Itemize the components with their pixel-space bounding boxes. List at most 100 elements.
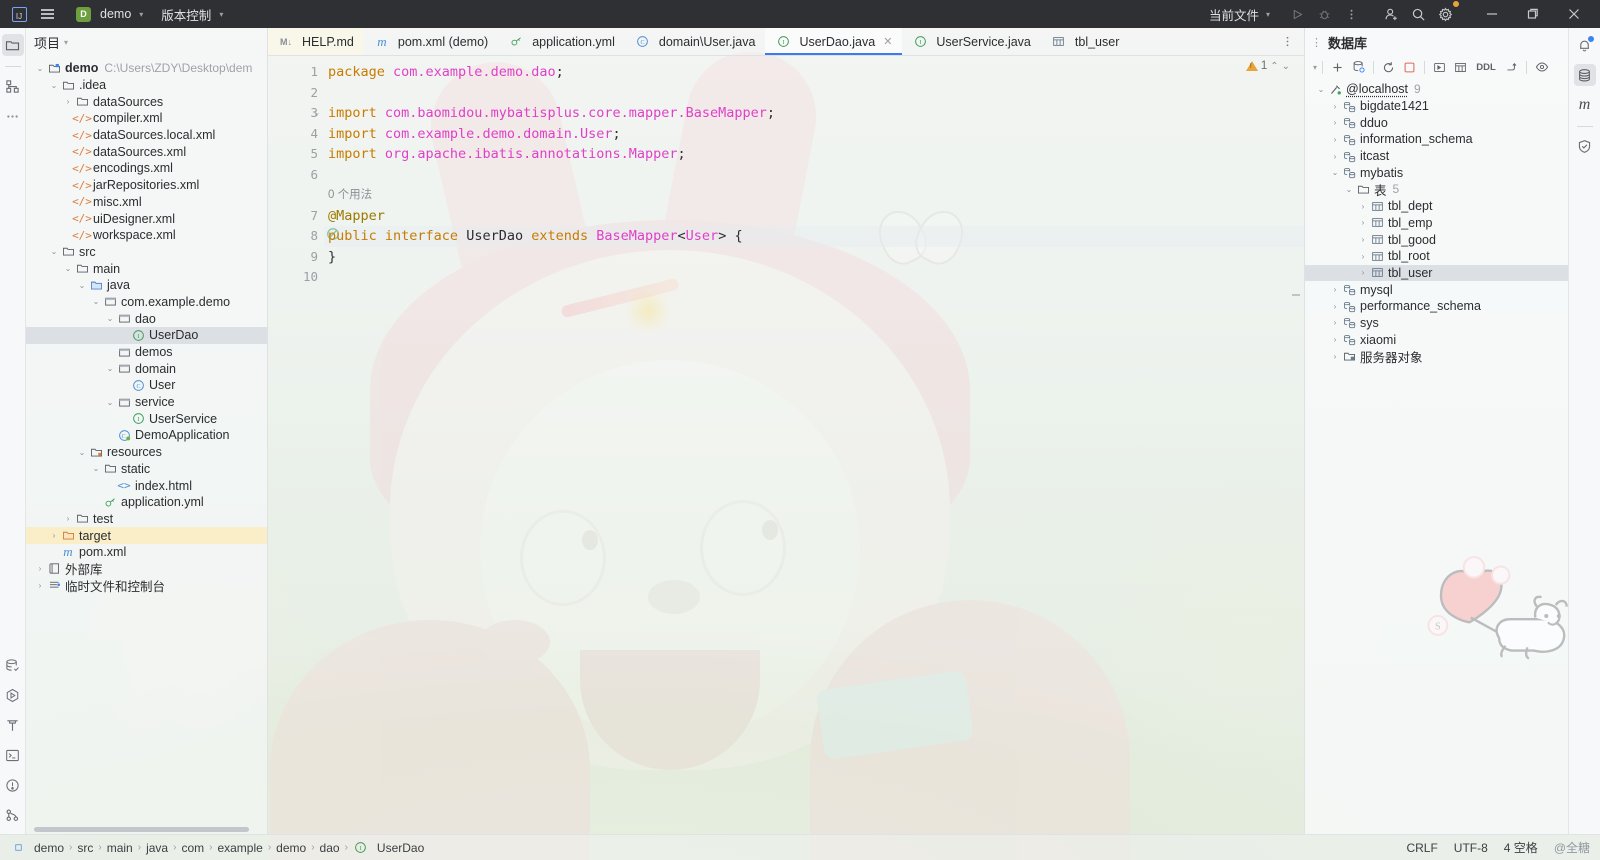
hamburger-menu-icon[interactable] <box>34 3 60 25</box>
tree-chevron-right-icon[interactable]: › <box>34 581 46 590</box>
breadcrumb-item[interactable]: demo <box>276 841 306 855</box>
code-content[interactable]: package com.example.demo.dao; ⌄ import co… <box>314 56 1304 834</box>
code-fold-icon[interactable]: ⌄ <box>314 103 319 124</box>
database-tree-row[interactable]: › 服务器对象 <box>1305 348 1568 365</box>
security-stripe-button[interactable] <box>1574 135 1596 157</box>
project-tree-row[interactable]: application.yml <box>26 494 267 511</box>
tree-chevron-down-icon[interactable]: ⌄ <box>1343 185 1355 194</box>
code-line[interactable] <box>324 165 1304 186</box>
database-tree-row[interactable]: › information_schema <box>1305 131 1568 148</box>
database-tree-row[interactable]: › tbl_dept <box>1305 198 1568 215</box>
tree-chevron-right-icon[interactable]: › <box>34 564 46 573</box>
code-line[interactable]: import com.example.demo.domain.User; <box>324 124 1304 145</box>
editor-gutter[interactable]: 123456 7 8 9 10 <box>268 56 339 834</box>
database-tree-row[interactable]: ⌄ 表 5 <box>1305 181 1568 198</box>
project-tree[interactable]: ⌄ demo C:\Users\ZDY\Desktop\dem ⌄ .idea › data… <box>26 56 267 824</box>
git-tool-window-button[interactable] <box>2 804 24 826</box>
database-tree-row[interactable]: › tbl_emp <box>1305 215 1568 232</box>
project-tool-window-button[interactable] <box>1 34 24 56</box>
breadcrumb-item[interactable]: com <box>181 841 204 855</box>
breadcrumb-item[interactable]: src <box>77 841 93 855</box>
tree-chevron-down-icon[interactable]: ⌄ <box>76 448 88 457</box>
tree-chevron-down-icon[interactable]: ⌄ <box>62 264 74 273</box>
project-tree-row[interactable]: C User <box>26 377 267 394</box>
database-tree-row[interactable]: › tbl_user <box>1305 264 1568 282</box>
project-tree-row[interactable]: ⌄ resources <box>26 444 267 461</box>
vcs-menu[interactable]: 版本控制 <box>159 5 213 24</box>
run-configuration-selector[interactable]: 当前文件 <box>1207 5 1261 24</box>
project-tree-row[interactable]: </> dataSources.xml <box>26 143 267 160</box>
database-tree-row[interactable]: ⌄ @localhost 9 <box>1305 81 1568 98</box>
database-panel-drag-handle[interactable]: ⋮ <box>1311 36 1322 49</box>
tree-chevron-down-icon[interactable]: ⌄ <box>104 398 116 407</box>
project-tree-row[interactable]: m pom.xml <box>26 544 267 561</box>
maven-stripe-button[interactable]: m <box>1574 94 1596 116</box>
code-line[interactable]: public interface UserDao extends BaseMap… <box>324 226 1304 247</box>
database-tree-row[interactable]: › xiaomi <box>1305 331 1568 348</box>
project-tree-row[interactable]: I UserDao <box>26 327 267 344</box>
tree-chevron-right-icon[interactable]: › <box>1329 102 1341 111</box>
editor-tab[interactable]: Cdomain\User.java <box>625 28 766 55</box>
project-tree-row[interactable]: demos <box>26 344 267 361</box>
project-name-menu[interactable]: demo <box>98 7 133 21</box>
search-icon[interactable] <box>1405 3 1431 25</box>
code-line[interactable] <box>324 267 1304 288</box>
tree-chevron-right-icon[interactable]: › <box>1329 285 1341 294</box>
editor-tab[interactable]: tbl_user <box>1041 28 1129 55</box>
project-tree-row[interactable]: </> encodings.xml <box>26 160 267 177</box>
tree-chevron-right-icon[interactable]: › <box>1329 352 1341 361</box>
tree-chevron-right-icon[interactable]: › <box>1329 118 1341 127</box>
tree-chevron-right-icon[interactable]: › <box>1329 135 1341 144</box>
breadcrumb-item[interactable]: java <box>146 841 168 855</box>
tree-chevron-right-icon[interactable]: › <box>1357 235 1369 244</box>
code-line[interactable]: ⌄ import com.baomidou.mybatisplus.core.ma… <box>314 103 1304 124</box>
stop-refresh-button[interactable] <box>1400 58 1419 76</box>
database-tree-row[interactable]: › tbl_root <box>1305 248 1568 265</box>
code-line[interactable]: import org.apache.ibatis.annotations.Map… <box>324 144 1304 165</box>
show-ddl-button[interactable]: DDL <box>1472 58 1500 76</box>
account-icon[interactable] <box>1378 3 1404 25</box>
code-line[interactable]: @Mapper <box>324 206 1304 227</box>
tree-chevron-right-icon[interactable]: › <box>1357 218 1369 227</box>
tree-chevron-down-icon[interactable]: ⌄ <box>76 281 88 290</box>
structure-tool-window-button[interactable] <box>2 75 24 97</box>
open-table-editor-button[interactable] <box>1451 58 1470 76</box>
database-tree-row[interactable]: › tbl_good <box>1305 231 1568 248</box>
project-tree-row[interactable]: › test <box>26 511 267 528</box>
project-tree-row[interactable]: › target <box>26 527 267 544</box>
terminal-tool-window-button[interactable] <box>2 744 24 766</box>
breadcrumb-item[interactable]: demo <box>34 841 64 855</box>
debug-icon[interactable] <box>1311 3 1337 25</box>
tree-chevron-right-icon[interactable]: › <box>62 97 74 106</box>
tree-chevron-down-icon[interactable]: ⌄ <box>34 64 46 73</box>
project-tree-row[interactable]: › 外部库 <box>26 561 267 577</box>
project-tree-row[interactable]: </> misc.xml <box>26 194 267 211</box>
project-chevron-down-icon[interactable]: ▾ <box>139 10 143 19</box>
project-tree-row[interactable]: </> dataSources.local.xml <box>26 127 267 144</box>
tree-chevron-down-icon[interactable]: ⌄ <box>1315 85 1327 94</box>
project-tree-row[interactable]: ⌄ com.example.demo <box>26 294 267 311</box>
database-tree-row[interactable]: › itcast <box>1305 148 1568 165</box>
breadcrumb-item[interactable]: example <box>217 841 262 855</box>
code-line[interactable]: package com.example.demo.dao; <box>324 62 1304 83</box>
database-tree-row[interactable]: › mysql <box>1305 281 1568 298</box>
notifications-button[interactable] <box>1574 34 1596 56</box>
project-tree-row[interactable]: › 临时文件和控制台 <box>26 577 267 594</box>
tree-chevron-right-icon[interactable]: › <box>1357 202 1369 211</box>
jump-to-query-button[interactable] <box>1502 58 1521 76</box>
project-tree-row[interactable]: ⌄ .idea <box>26 77 267 94</box>
minimize-button[interactable] <box>1472 0 1512 28</box>
tree-chevron-right-icon[interactable]: › <box>62 514 74 523</box>
indent-widget[interactable]: 4 空格 <box>1504 839 1538 856</box>
tree-chevron-right-icon[interactable]: › <box>48 531 60 540</box>
database-stripe-button[interactable] <box>1573 64 1596 86</box>
tree-chevron-down-icon[interactable]: ⌄ <box>104 364 116 373</box>
breadcrumb-item[interactable]: UserDao <box>377 841 424 855</box>
database-tree-row[interactable]: › sys <box>1305 315 1568 332</box>
tree-chevron-down-icon[interactable]: ⌄ <box>1329 168 1341 177</box>
tree-chevron-right-icon[interactable]: › <box>1329 302 1341 311</box>
tree-chevron-down-icon[interactable]: ⌄ <box>48 81 60 90</box>
project-tree-row[interactable]: ⌄ src <box>26 244 267 261</box>
project-tree-row[interactable]: </> compiler.xml <box>26 110 267 127</box>
project-horizontal-scrollbar[interactable] <box>26 824 267 834</box>
